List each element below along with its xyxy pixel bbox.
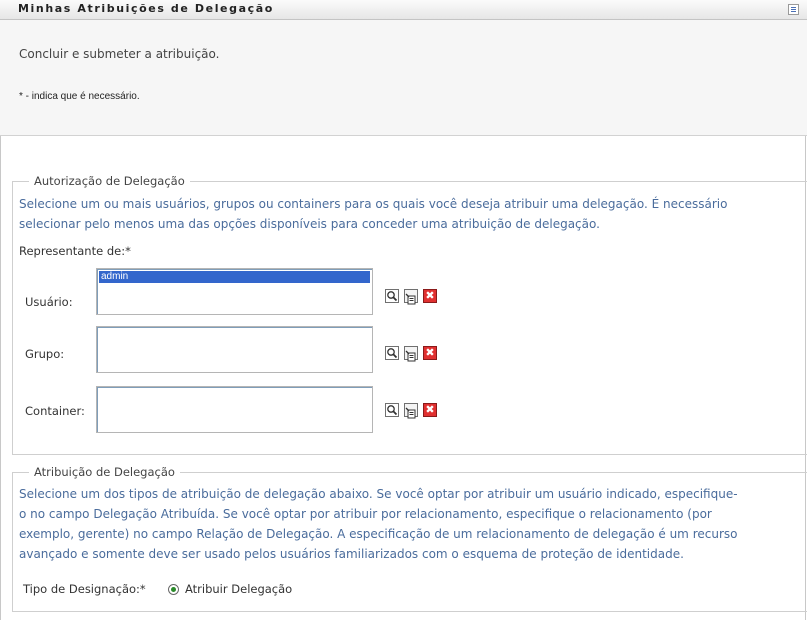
portlet-title: Minhas Atribuições de Delegação (18, 2, 274, 15)
authorization-desc-line2: selecionar pelo menos uma das opções dis… (19, 217, 600, 231)
user-list-item[interactable]: admin (99, 271, 370, 283)
authorization-desc-line1: Selecione um ou mais usuários, grupos ou… (19, 197, 728, 211)
page-subtitle: Concluir e submeter a atribuição. (19, 47, 220, 61)
user-clear-icon[interactable]: ✖ (423, 289, 437, 303)
assignment-desc-line3: exemplo, gerente) no campo Relação de De… (19, 527, 738, 541)
container-history-icon[interactable] (404, 403, 418, 419)
required-note: * - indica que é necessário. (19, 91, 140, 102)
container-search-icon[interactable] (385, 403, 399, 417)
container-listbox[interactable] (96, 386, 373, 433)
user-search-icon[interactable] (385, 289, 399, 303)
group-label: Grupo: (25, 347, 65, 361)
assignment-description: Selecione um dos tipos de atribuição de … (19, 484, 738, 564)
designation-type-label: Tipo de Designação:* (23, 582, 146, 596)
group-history-icon[interactable] (404, 346, 418, 362)
group-clear-icon[interactable]: ✖ (423, 346, 437, 360)
user-listbox[interactable]: admin (96, 268, 373, 315)
authorization-legend: Autorização de Delegação (29, 174, 190, 188)
represent-label: Representante de:* (19, 244, 131, 258)
assignment-desc-line1: Selecione um dos tipos de atribuição de … (19, 487, 738, 501)
group-listbox[interactable] (96, 326, 373, 373)
authorization-description: Selecione um ou mais usuários, grupos ou… (19, 194, 727, 234)
assign-delegation-option-label[interactable]: Atribuir Delegação (185, 582, 292, 596)
header-area (0, 20, 807, 136)
assign-delegation-radio[interactable] (168, 584, 179, 595)
portlet-titlebar: Minhas Atribuições de Delegação (0, 0, 807, 20)
user-history-icon[interactable] (404, 289, 418, 305)
menu-grid-icon[interactable] (788, 4, 799, 15)
container-label: Container: (25, 404, 85, 418)
assignment-legend: Atribuição de Delegação (29, 465, 180, 479)
container-clear-icon[interactable]: ✖ (423, 403, 437, 417)
assignment-desc-line4: avançado e somente deve ser usado pelos … (19, 547, 684, 561)
assignment-desc-line2: o no campo Delegação Atribuída. Se você … (19, 507, 712, 521)
group-search-icon[interactable] (385, 346, 399, 360)
user-label: Usuário: (25, 295, 73, 309)
